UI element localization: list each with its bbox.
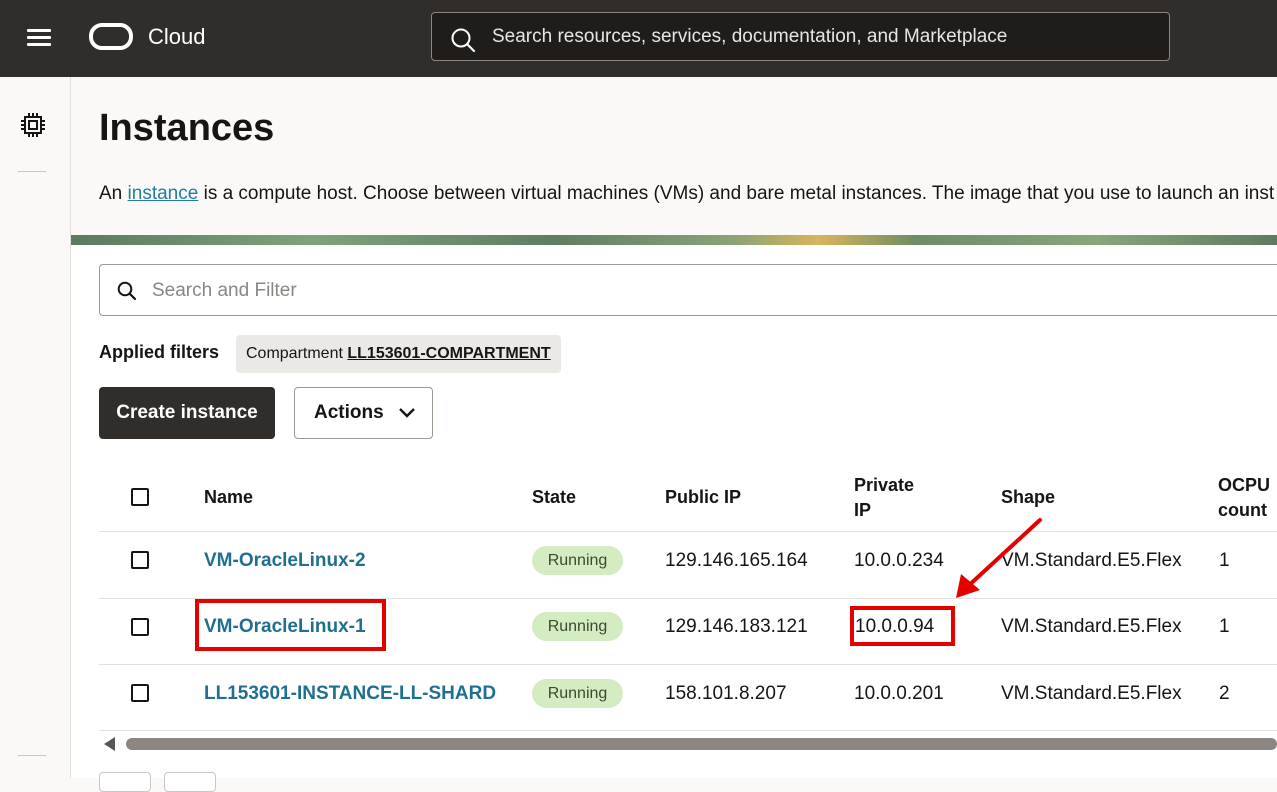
ocpu-cell: 1 <box>1219 616 1230 637</box>
instance-name-link[interactable]: VM-OracleLinux-2 <box>204 549 366 573</box>
row-divider <box>99 664 1277 665</box>
oracle-logo-icon[interactable] <box>89 23 133 50</box>
shape-cell: VM.Standard.E5.Flex <box>1001 616 1182 637</box>
public-ip-cell: 129.146.183.121 <box>665 616 808 637</box>
compartment-filter-chip[interactable]: Compartment LL153601-COMPARTMENT <box>236 335 561 373</box>
brand-name[interactable]: Cloud <box>148 24 205 50</box>
private-ip-cell: 10.0.0.234 <box>854 550 944 571</box>
select-all-checkbox[interactable] <box>131 488 149 506</box>
ocpu-header-line2: count <box>1218 500 1267 520</box>
highlight-box-instance-name <box>195 599 386 651</box>
compute-chip-icon[interactable] <box>20 112 46 138</box>
pagination-button[interactable] <box>99 772 151 792</box>
page-header <box>71 77 1277 235</box>
ocpu-cell: 1 <box>1219 550 1230 571</box>
global-search[interactable] <box>431 12 1170 61</box>
page-title: Instances <box>99 107 275 149</box>
instance-name-link[interactable]: LL153601-INSTANCE-LL-SHARD <box>204 682 496 706</box>
nav-divider <box>18 755 46 756</box>
annotation-arrow-icon <box>956 518 1042 598</box>
pagination-button[interactable] <box>164 772 216 792</box>
search-icon <box>117 281 137 301</box>
applied-filters-label: Applied filters <box>99 342 220 362</box>
row-checkbox[interactable] <box>131 684 149 702</box>
private-ip-header-line2: IP <box>854 500 872 520</box>
top-bar: Cloud <box>0 0 1277 77</box>
actions-label: Actions <box>314 402 384 423</box>
column-header-private-ip[interactable]: Private IP <box>854 473 914 523</box>
row-checkbox[interactable] <box>131 618 149 636</box>
scrollbar-thumb[interactable] <box>126 738 1277 750</box>
decorative-banner <box>71 235 1277 245</box>
highlight-box-private-ip <box>850 606 955 646</box>
shape-cell: VM.Standard.E5.Flex <box>1001 683 1182 704</box>
chip-key: Compartment <box>246 345 343 362</box>
instance-doc-link[interactable]: instance <box>128 183 199 204</box>
global-search-input[interactable] <box>492 22 1152 52</box>
private-ip-header-line1: Private <box>854 475 915 495</box>
column-header-state[interactable]: State <box>532 485 576 510</box>
create-instance-button[interactable]: Create instance <box>99 387 275 439</box>
status-badge: Running <box>532 612 623 641</box>
scroll-left-arrow-icon[interactable] <box>104 737 115 751</box>
chip-value-link[interactable]: LL153601-COMPARTMENT <box>347 345 550 362</box>
column-header-shape[interactable]: Shape <box>1001 485 1055 510</box>
actions-button[interactable]: Actions <box>294 387 433 439</box>
search-and-filter[interactable] <box>99 264 1277 316</box>
public-ip-cell: 129.146.165.164 <box>665 550 808 571</box>
desc-prefix: An <box>99 183 128 204</box>
row-divider <box>99 531 1277 532</box>
column-header-public-ip[interactable]: Public IP <box>665 485 741 510</box>
search-icon <box>451 28 476 53</box>
column-header-name[interactable]: Name <box>204 485 253 510</box>
side-nav <box>0 77 71 778</box>
private-ip-cell: 10.0.0.201 <box>854 683 944 704</box>
nav-divider <box>18 171 46 172</box>
desc-suffix: is a compute host. Choose between virtua… <box>198 183 1275 204</box>
menu-icon[interactable] <box>27 29 52 47</box>
status-badge: Running <box>532 546 623 575</box>
status-badge: Running <box>532 679 623 708</box>
ocpu-cell: 2 <box>1219 683 1230 704</box>
ocpu-header-line1: OCPU <box>1218 475 1271 495</box>
filter-input[interactable] <box>152 277 1052 305</box>
chevron-down-icon <box>399 408 415 418</box>
column-header-ocpu-count[interactable]: OCPU count <box>1218 473 1270 523</box>
row-divider <box>99 730 1277 731</box>
public-ip-cell: 158.101.8.207 <box>665 683 787 704</box>
row-checkbox[interactable] <box>131 551 149 569</box>
page-description: An instance is a compute host. Choose be… <box>99 183 1274 205</box>
